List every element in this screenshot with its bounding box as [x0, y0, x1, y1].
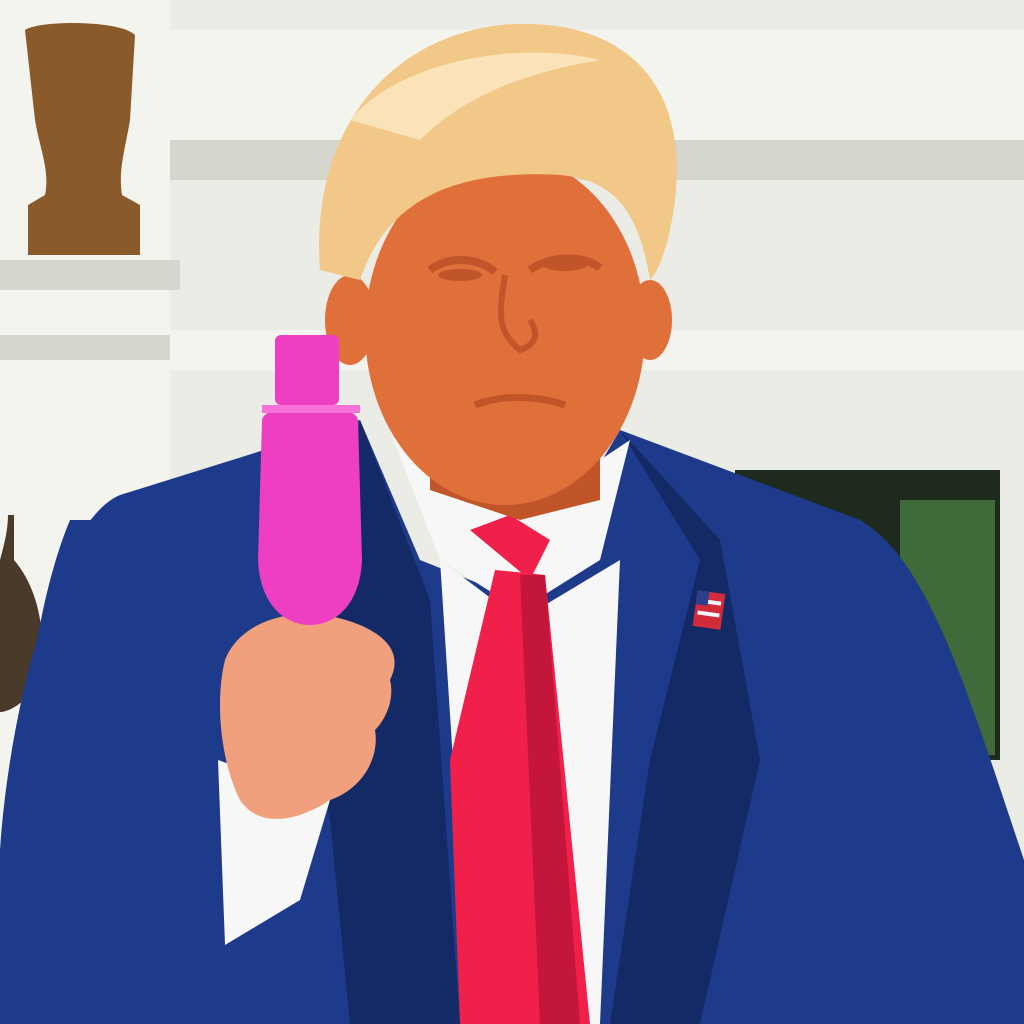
- column-cap-lower: [0, 335, 170, 360]
- flag-pin-icon: [692, 590, 726, 630]
- column-cap: [0, 260, 180, 290]
- scene-svg: [0, 0, 1024, 1024]
- statue-icon: [25, 23, 140, 256]
- photo-scene: [0, 0, 1024, 1024]
